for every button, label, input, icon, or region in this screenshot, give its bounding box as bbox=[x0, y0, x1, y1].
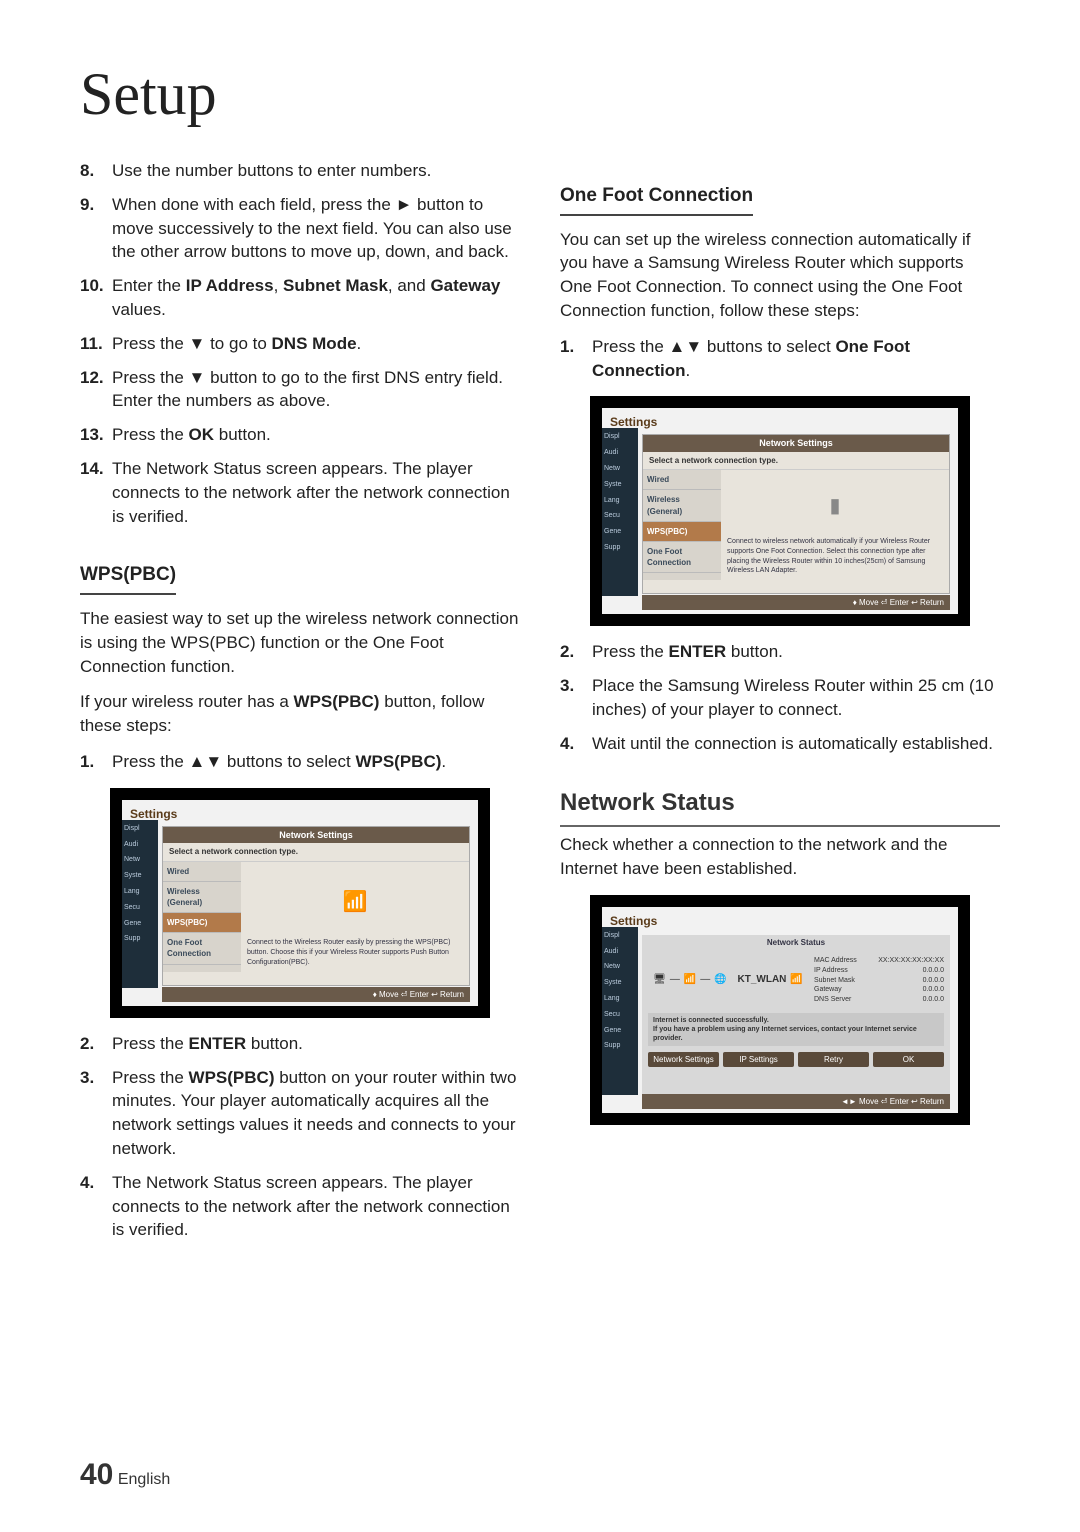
tv1-desc: 📶 Connect to the Wireless Router easily … bbox=[241, 862, 469, 972]
tv3-sidebar: Displ Audi Netw Syste Lang Secu Gene Sup… bbox=[602, 927, 638, 1095]
tv2-opt-wired: Wired bbox=[643, 470, 721, 490]
wps-intro-1: The easiest way to set up the wireless n… bbox=[80, 607, 520, 678]
router-icon: 📶 bbox=[684, 973, 696, 987]
tv2-option-list: Wired Wireless (General) WPS(PBC) One Fo… bbox=[643, 470, 721, 580]
tv1-opt-wireless: Wireless (General) bbox=[163, 882, 241, 913]
tv3-footer-hints: ◄► Move ⏎ Enter ↩ Return bbox=[642, 1094, 950, 1109]
tv3-buttons: Network Settings IP Settings Retry OK bbox=[642, 1048, 950, 1071]
tv2-dialog-sub: Select a network connection type. bbox=[643, 452, 949, 470]
tv3-btn-retry: Retry bbox=[798, 1052, 869, 1067]
onefoot-step-1: 1.Press the ▲▼ buttons to select One Foo… bbox=[560, 335, 1000, 383]
tv1-option-list: Wired Wireless (General) WPS(PBC) One Fo… bbox=[163, 862, 241, 972]
globe-icon: 🌐 bbox=[714, 973, 726, 987]
tv1-sidebar: Displ Audi Netw Syste Lang Secu Gene Sup… bbox=[122, 820, 158, 988]
router-icon: ▮ bbox=[727, 474, 943, 537]
tv2-dialog: Network Settings Select a network connec… bbox=[642, 434, 950, 594]
wps-steps-after: 2.Press the ENTER button. 3.Press the WP… bbox=[80, 1032, 520, 1242]
tv-screenshot-onefoot: Settings Displ Audi Netw Syste Lang Secu… bbox=[590, 396, 970, 626]
tv2-sidebar: Displ Audi Netw Syste Lang Secu Gene Sup… bbox=[602, 428, 638, 596]
tv2-heading: Settings bbox=[610, 414, 950, 431]
left-column: 8.Use the number buttons to enter number… bbox=[80, 159, 520, 1252]
wifi-icon: 📶 bbox=[247, 866, 463, 939]
tv1-opt-onefoot: One Foot Connection bbox=[163, 933, 241, 964]
tv3-kv-table: MAC AddressXX:XX:XX:XX:XX:XX IP Address0… bbox=[814, 956, 944, 1005]
onefoot-heading: One Foot Connection bbox=[560, 183, 753, 216]
tv1-dialog-title: Network Settings bbox=[163, 827, 469, 844]
pc-icon: 🖥 bbox=[653, 973, 666, 987]
tv1-footer-hints: ♦ Move ⏎ Enter ↩ Return bbox=[162, 987, 470, 1002]
tv2-desc: ▮ Connect to wireless network automatica… bbox=[721, 470, 949, 580]
tv1-dialog-sub: Select a network connection type. bbox=[163, 843, 469, 861]
two-column-layout: 8.Use the number buttons to enter number… bbox=[80, 159, 1000, 1252]
setup-steps-continued: 8.Use the number buttons to enter number… bbox=[80, 159, 520, 528]
tv3-btn-ip-settings: IP Settings bbox=[723, 1052, 794, 1067]
right-column: One Foot Connection You can set up the w… bbox=[560, 159, 1000, 1252]
onefoot-intro: You can set up the wireless connection a… bbox=[560, 228, 1000, 323]
tv-screenshot-wps: Settings Displ Audi Netw Syste Lang Secu… bbox=[110, 788, 490, 1018]
wps-intro-2: If your wireless router has a WPS(PBC) b… bbox=[80, 690, 520, 738]
page-lang: English bbox=[118, 1471, 170, 1488]
tv1-opt-wired: Wired bbox=[163, 862, 241, 882]
page-title: Setup bbox=[80, 60, 1000, 129]
page-footer: 40 English bbox=[80, 1458, 170, 1492]
tv3-connection-diagram: 🖥—📶—🌐 KT_WLAN 📶 bbox=[648, 956, 808, 1005]
tv1-heading: Settings bbox=[130, 806, 470, 823]
tv1-opt-wps: WPS(PBC) bbox=[163, 913, 241, 933]
tv2-opt-onefoot: One Foot Connection bbox=[643, 542, 721, 573]
page-number: 40 bbox=[80, 1458, 113, 1491]
tv2-opt-wps: WPS(PBC) bbox=[643, 522, 721, 542]
signal-icon: 📶 bbox=[790, 973, 802, 987]
tv2-footer-hints: ♦ Move ⏎ Enter ↩ Return bbox=[642, 595, 950, 610]
wps-heading: WPS(PBC) bbox=[80, 562, 176, 595]
tv2-dialog-title: Network Settings bbox=[643, 435, 949, 452]
tv3-btn-network-settings: Network Settings bbox=[648, 1052, 719, 1067]
tv3-status-message: Internet is connected successfully. If y… bbox=[648, 1013, 944, 1046]
manual-page: Setup 8.Use the number buttons to enter … bbox=[0, 0, 1080, 1532]
tv3-title: Network Status bbox=[642, 935, 950, 950]
tv1-dialog: Network Settings Select a network connec… bbox=[162, 826, 470, 986]
tv-screenshot-netstatus: Settings Displ Audi Netw Syste Lang Secu… bbox=[590, 895, 970, 1125]
onefoot-steps-after: 2.Press the ENTER button. 3.Place the Sa… bbox=[560, 640, 1000, 755]
network-status-intro: Check whether a connection to the networ… bbox=[560, 833, 1000, 881]
tv3-btn-ok: OK bbox=[873, 1052, 944, 1067]
tv3-body: Network Status 🖥—📶—🌐 KT_WLAN 📶 MAC Addre… bbox=[642, 935, 950, 1095]
wps-step-1: 1.Press the ▲▼ buttons to select WPS(PBC… bbox=[80, 750, 520, 774]
tv3-heading: Settings bbox=[610, 913, 950, 930]
tv2-opt-wireless: Wireless (General) bbox=[643, 490, 721, 521]
network-status-heading: Network Status bbox=[560, 786, 1000, 828]
